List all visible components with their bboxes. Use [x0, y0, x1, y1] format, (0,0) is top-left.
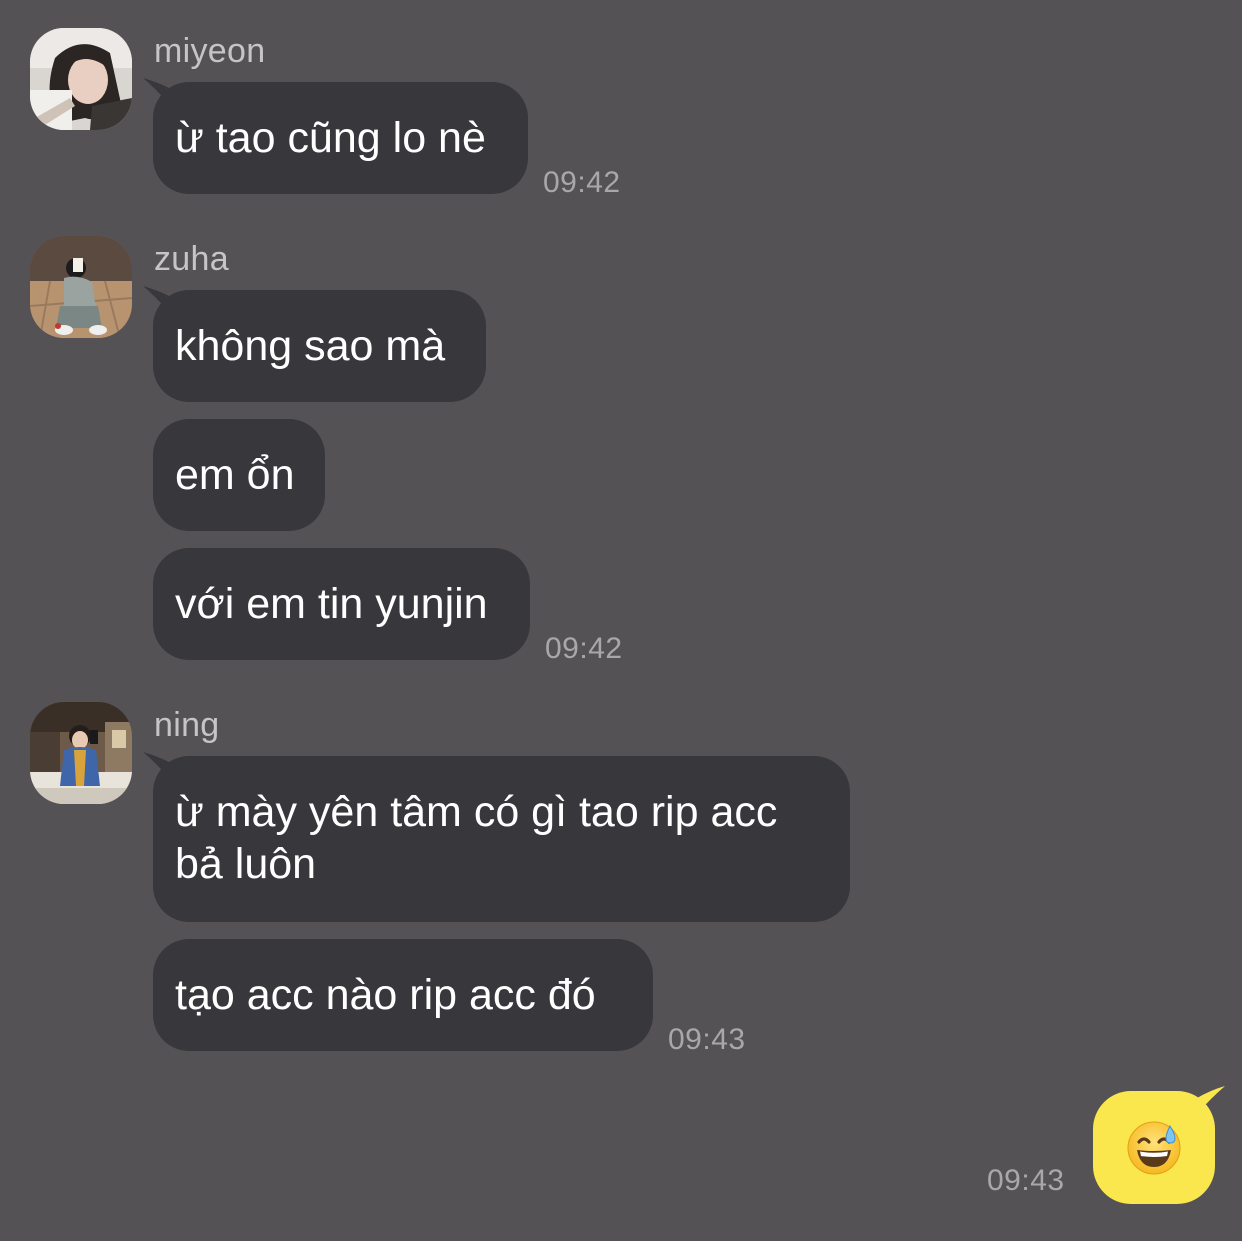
grinning-face-with-sweat-icon [1127, 1121, 1181, 1174]
bubble-tail [143, 286, 169, 312]
message-timestamp: 09:43 [668, 1023, 746, 1056]
message-bubble[interactable]: tạo acc nào rip acc đó [153, 939, 653, 1051]
bubble-tail [1197, 1086, 1225, 1114]
avatar-ning[interactable] [30, 702, 132, 804]
message-bubble[interactable]: ừ mày yên tâm có gì tao rip acc bả luôn [143, 752, 850, 922]
message-bubble[interactable]: không sao mà [143, 286, 486, 402]
message-bubble[interactable]: với em tin yunjin [153, 548, 530, 660]
message-timestamp: 09:43 [987, 1164, 1065, 1197]
message-text: ừ tao cũng lo nè [175, 114, 486, 162]
message-text: ừ mày yên tâm có gì tao rip acc bả luôn [175, 788, 778, 888]
message-text: với em tin yunjin [175, 580, 488, 628]
profile-photo-icon [30, 28, 132, 130]
profile-photo-icon [30, 236, 132, 338]
sender-name: zuha [154, 240, 229, 278]
sender-name: ning [154, 706, 220, 744]
bubble-tail [143, 78, 169, 104]
outgoing-message-bubble[interactable]: 😅 [1093, 1086, 1225, 1204]
bubble-tail [143, 752, 169, 778]
avatar-zuha[interactable] [30, 236, 132, 338]
sender-name: miyeon [154, 32, 266, 70]
message-text: không sao mà [175, 322, 446, 370]
avatar-miyeon[interactable] [30, 28, 132, 130]
message-bubble[interactable]: ừ tao cũng lo nè [143, 78, 528, 194]
message-bubble[interactable]: em ổn [153, 419, 325, 531]
chat-area: miyeon ừ tao cũng lo nè 09:42 zuha không… [0, 0, 1242, 1241]
profile-photo-icon [30, 702, 132, 804]
message-timestamp: 09:42 [545, 632, 623, 665]
message-text: tạo acc nào rip acc đó [175, 971, 596, 1019]
message-timestamp: 09:42 [543, 166, 621, 199]
message-text: em ổn [175, 451, 295, 499]
